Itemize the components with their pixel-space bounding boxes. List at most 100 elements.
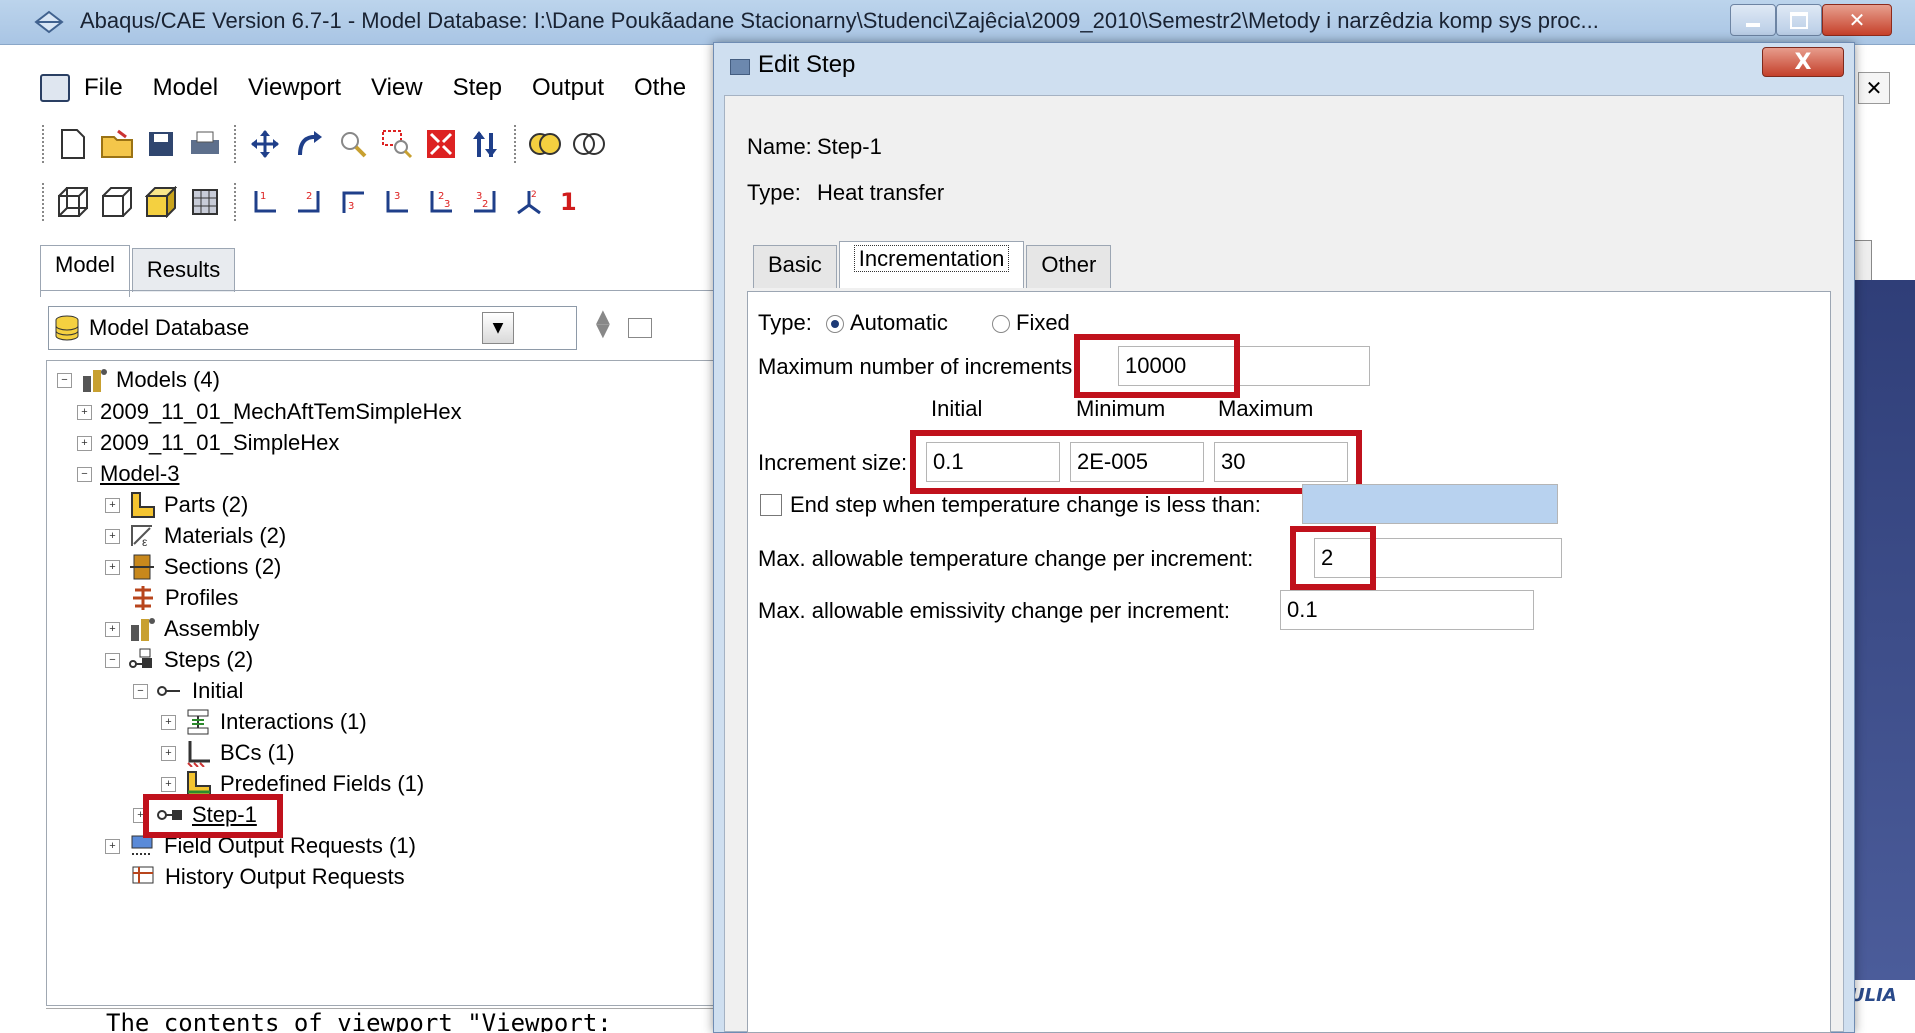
menu-view[interactable]: View <box>371 74 423 102</box>
boolean-intersect-icon[interactable] <box>572 127 606 161</box>
increment-size-highlight <box>910 430 1362 494</box>
box-zoom-icon[interactable] <box>380 127 414 161</box>
cycle-views-icon[interactable] <box>468 127 502 161</box>
max-emissivity-input[interactable]: 0.1 <box>1280 590 1534 630</box>
hidden-line-icon[interactable] <box>100 185 134 219</box>
max-emissivity-label: Max. allowable emissivity change per inc… <box>758 598 1230 623</box>
tab-other[interactable]: Other <box>1026 245 1112 288</box>
end-step-label: End step when temperature change is less… <box>790 492 1261 517</box>
new-file-icon[interactable] <box>56 127 90 161</box>
view-iso-icon[interactable]: 2 <box>512 185 546 219</box>
end-step-checkbox[interactable] <box>760 494 782 516</box>
name-label: Name: <box>747 134 812 159</box>
radio-fixed[interactable]: Fixed <box>980 310 1070 336</box>
collapse-icon[interactable]: − <box>77 466 92 482</box>
view-left-icon[interactable]: 23 <box>424 185 458 219</box>
collapse-icon[interactable]: − <box>105 652 120 668</box>
view-front-icon[interactable]: 1 <box>248 185 282 219</box>
shaded-icon[interactable] <box>144 185 178 219</box>
bcs-icon <box>187 741 210 767</box>
tab-basic[interactable]: Basic <box>753 245 837 288</box>
expand-icon[interactable]: + <box>105 528 120 544</box>
svg-text:3: 3 <box>348 201 354 212</box>
expand-icon[interactable]: + <box>77 435 92 451</box>
expand-icon[interactable]: + <box>161 714 176 730</box>
tab-incrementation[interactable]: Incrementation <box>838 241 1025 288</box>
boolean-union-icon[interactable] <box>528 127 562 161</box>
auto-fit-icon[interactable] <box>424 127 458 161</box>
tree-node-materials[interactable]: + ε Materials (2) <box>105 519 286 553</box>
tree-node-interactions[interactable]: + Interactions (1) <box>161 705 367 739</box>
chevron-down-icon[interactable]: ▼ <box>482 312 514 344</box>
expand-icon[interactable]: + <box>161 776 176 792</box>
tree-node-history-output[interactable]: History Output Requests <box>129 860 405 894</box>
wireframe-icon[interactable] <box>56 185 90 219</box>
menu-viewport[interactable]: Viewport <box>248 74 341 102</box>
collapse-icon[interactable]: − <box>57 372 72 388</box>
menu-file[interactable]: File <box>84 74 123 102</box>
sort-arrows-icon[interactable]: ▲ ▼ <box>596 308 610 340</box>
view-back-icon[interactable]: 2 <box>292 185 326 219</box>
end-step-temperature-input[interactable] <box>1302 484 1558 524</box>
tree-node-model[interactable]: + 2009_11_01_SimpleHex <box>77 426 339 460</box>
view-bottom-icon[interactable]: 3 <box>380 185 414 219</box>
view-number-label[interactable]: 1 <box>560 188 577 216</box>
view-right-icon[interactable]: 32 <box>468 185 502 219</box>
menu-model[interactable]: Model <box>153 74 218 102</box>
menu-step[interactable]: Step <box>453 74 502 102</box>
tree-node-models[interactable]: − Models (4) <box>57 363 220 397</box>
svg-text:3: 3 <box>394 191 400 202</box>
tree-label: 2009_11_01_SimpleHex <box>100 430 340 455</box>
print-icon[interactable] <box>188 127 222 161</box>
initial-step-icon <box>157 686 180 696</box>
window-menu-icon[interactable] <box>40 74 70 102</box>
tree-node-model-3[interactable]: − Model-3 <box>77 457 179 491</box>
pan-icon[interactable] <box>248 127 282 161</box>
expand-icon[interactable]: + <box>77 404 92 420</box>
type-value: Heat transfer <box>817 180 945 205</box>
tree-node-sections[interactable]: + Sections (2) <box>105 550 281 584</box>
expand-icon[interactable]: + <box>105 621 120 637</box>
mdi-close-button[interactable]: ✕ <box>1858 72 1890 104</box>
model-database-label: Model Database <box>89 315 250 340</box>
close-button[interactable]: ✕ <box>1822 4 1892 36</box>
expand-icon[interactable]: + <box>105 559 120 575</box>
collapse-icon[interactable]: − <box>133 683 148 699</box>
toolbar-separator <box>514 125 518 163</box>
tree-node-assembly[interactable]: + Assembly <box>105 612 259 646</box>
tree-node-profiles[interactable]: Profiles <box>129 581 238 615</box>
svg-text:1: 1 <box>260 191 266 202</box>
open-folder-icon[interactable] <box>100 127 134 161</box>
tree-node-initial[interactable]: − Initial <box>133 674 243 708</box>
menu-output[interactable]: Output <box>532 74 604 102</box>
dialog-title: Edit Step <box>758 51 856 78</box>
minimize-icon <box>1746 23 1760 27</box>
type-label: Type: <box>747 180 801 205</box>
tree-node-steps[interactable]: − Steps (2) <box>105 643 253 677</box>
tree-label: Models (4) <box>116 367 220 392</box>
tree-node-model[interactable]: + 2009_11_01_MechAftTemSimpleHex <box>77 395 462 429</box>
mesh-render-icon[interactable] <box>188 185 222 219</box>
save-icon[interactable] <box>144 127 178 161</box>
expand-icon[interactable]: + <box>161 745 176 761</box>
tab-results[interactable]: Results <box>131 248 236 292</box>
view-top-icon[interactable]: 3 <box>336 185 370 219</box>
profiles-icon <box>133 586 153 610</box>
tree-node-parts[interactable]: + Parts (2) <box>105 488 248 522</box>
dialog-close-button[interactable]: X <box>1762 47 1844 77</box>
dialog-tab-bar: Basic Incrementation Other <box>753 241 1113 288</box>
expand-icon[interactable]: + <box>105 838 120 854</box>
assembly-icon <box>131 618 155 641</box>
rotate-icon[interactable] <box>292 127 326 161</box>
zoom-icon[interactable] <box>336 127 370 161</box>
maximize-button[interactable] <box>1776 4 1822 36</box>
increment-size-label: Increment size: <box>758 450 908 475</box>
expand-icon[interactable]: + <box>105 497 120 513</box>
model-database-select[interactable]: Model Database ▼ <box>48 306 577 350</box>
menu-other[interactable]: Othe <box>634 74 686 102</box>
radio-automatic[interactable]: Automatic <box>814 310 948 336</box>
name-value: Step-1 <box>817 134 882 159</box>
tree-node-bcs[interactable]: + BCs (1) <box>161 736 295 770</box>
minimize-button[interactable] <box>1730 4 1776 36</box>
collapse-tree-icon[interactable] <box>628 318 652 338</box>
